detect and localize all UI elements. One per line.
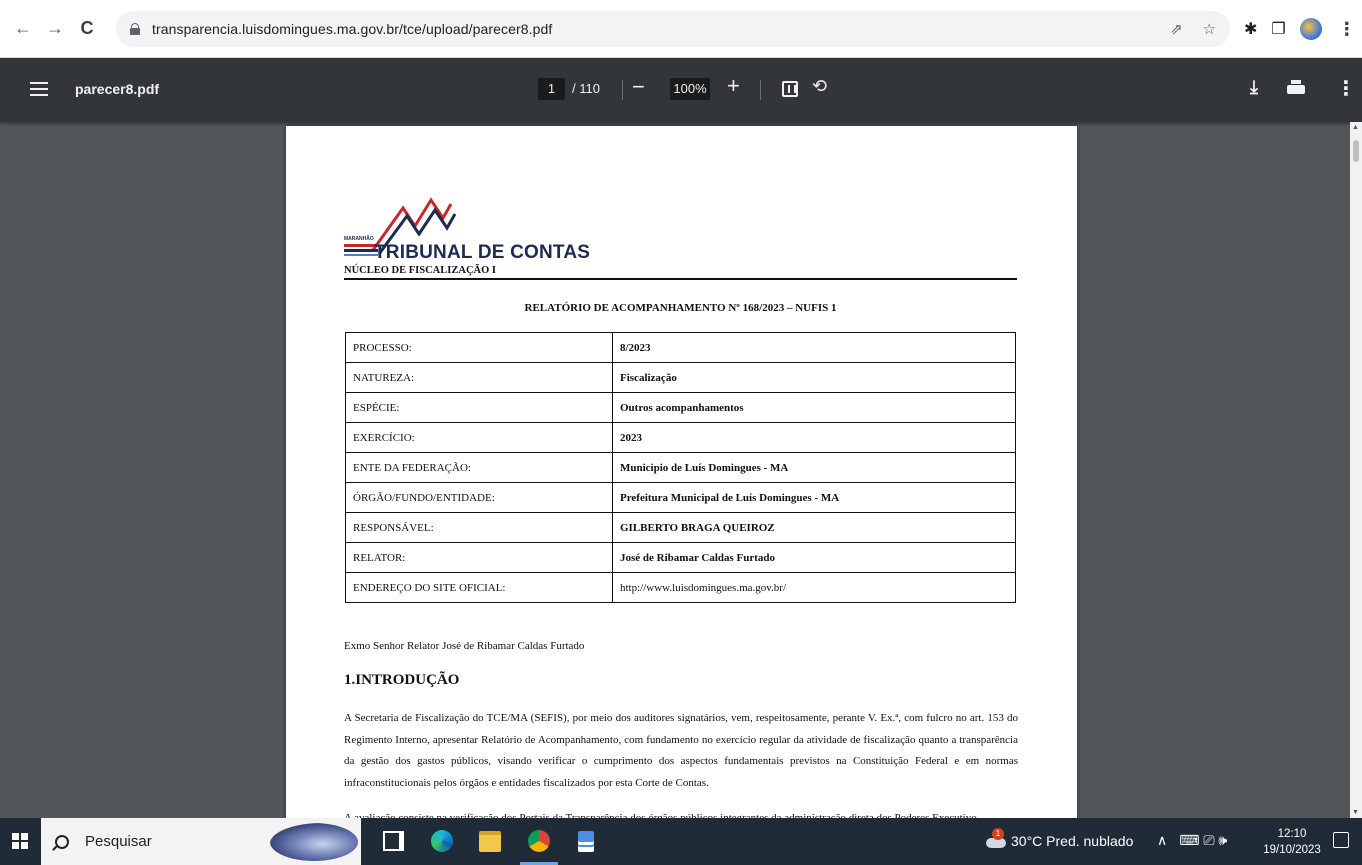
vertical-scrollbar[interactable]: ▲ ▼	[1350, 122, 1362, 818]
back-arrow-icon: ←	[14, 18, 32, 38]
print-icon[interactable]	[1287, 80, 1305, 96]
search-placeholder[interactable]: Pesquisar	[85, 833, 152, 850]
url-text[interactable]: transparencia.luisdomingues.ma.gov.br/tc…	[152, 21, 552, 37]
search-highlight-image	[270, 823, 358, 861]
forward-button[interactable]: →	[42, 16, 68, 42]
zoom-in-button[interactable]: +	[727, 73, 740, 99]
row-key: ENTE DA FEDERAÇÃO:	[345, 452, 613, 483]
chrome-browser-icon[interactable]	[524, 826, 554, 856]
pdf-more-actions-icon[interactable]: ⋮	[1336, 76, 1356, 101]
lock-icon	[130, 23, 140, 35]
clock-time: 12:10	[1277, 828, 1307, 840]
clock-date: 19/10/2023	[1263, 844, 1321, 856]
table-row: NATUREZA: Fiscalização	[345, 362, 1016, 393]
page-total: / 110	[572, 81, 600, 96]
zoom-out-button[interactable]: −	[632, 74, 645, 100]
profile-avatar[interactable]	[1299, 18, 1322, 40]
table-row: ENTE DA FEDERAÇÃO: Municipio de Luís Domi…	[345, 452, 1016, 483]
pdf-page: MARANHÃO TRIBUNAL DE CONTAS NÚCLEO DE FI…	[286, 126, 1077, 826]
row-value[interactable]: http://www.luisdomingues.ma.gov.br/	[612, 572, 1016, 603]
nucleo-heading: NÚCLEO DE FISCALIZAÇÃO I	[344, 265, 496, 276]
row-value: 2023	[612, 422, 1016, 453]
fit-to-page-icon[interactable]	[782, 81, 798, 97]
row-value: GILBERTO BRAGA QUEIROZ	[612, 512, 1016, 543]
row-key: ESPÉCIE:	[345, 392, 613, 423]
sidebar-menu-icon[interactable]	[30, 82, 48, 96]
row-key: RESPONSÁVEL:	[345, 512, 613, 543]
row-key: ÓRGÃO/FUNDO/ENTIDADE:	[345, 482, 613, 513]
row-key: NATUREZA:	[345, 362, 613, 393]
table-row: ESPÉCIE: Outros acompanhamentos	[345, 392, 1016, 423]
report-title: RELATÓRIO DE ACOMPANHAMENTO Nº 168/2023 …	[524, 302, 837, 314]
row-key: PROCESSO:	[345, 332, 613, 363]
pdf-viewer-toolbar: parecer8.pdf 1 / 110 − 100% + ⟲ ⤓ ⋮	[0, 58, 1362, 122]
rotate-icon[interactable]: ⟲	[812, 76, 827, 97]
header-rule	[344, 278, 1017, 280]
table-row: EXERCÍCIO: 2023	[345, 422, 1016, 453]
tray-chevron-icon[interactable]: ∧	[1157, 832, 1167, 849]
bookmark-star-icon[interactable]: ☆	[1203, 20, 1216, 38]
file-explorer-icon[interactable]	[475, 826, 505, 856]
side-panel-icon[interactable]: ❐	[1271, 19, 1285, 39]
browser-toolbar: ← → C transparencia.luisdomingues.ma.gov…	[0, 0, 1362, 58]
row-value: 8/2023	[612, 332, 1016, 363]
forward-arrow-icon: →	[46, 18, 64, 38]
windows-taskbar: Pesquisar 30°C Pred. nublado ∧ ⌨ ⎚ 🕪 12:…	[0, 818, 1362, 865]
row-key: ENDEREÇO DO SITE OFICIAL:	[345, 572, 613, 603]
taskbar-search-box[interactable]: Pesquisar	[41, 818, 361, 865]
process-info-table: PROCESSO: 8/2023 NATUREZA: Fiscalização ES…	[345, 332, 1016, 603]
intro-paragraph: A Secretaria de Fiscalização do TCE/MA (…	[344, 712, 1018, 789]
browser-menu-icon[interactable]: ⋮	[1338, 19, 1356, 40]
weather-cloud-icon[interactable]	[986, 828, 1006, 850]
extensions-puzzle-icon[interactable]: ✱	[1244, 19, 1257, 39]
weather-widget[interactable]: 30°C Pred. nublado	[1011, 833, 1133, 849]
table-row: PROCESSO: 8/2023	[345, 332, 1016, 363]
search-icon	[55, 834, 69, 849]
table-row: RELATOR: José de Ribamar Caldas Furtado	[345, 542, 1016, 573]
table-row: ENDEREÇO DO SITE OFICIAL: http://www.luis…	[345, 572, 1016, 603]
reload-button[interactable]: C	[74, 16, 100, 42]
row-key: EXERCÍCIO:	[345, 422, 613, 453]
document-app-icon[interactable]	[571, 826, 601, 856]
share-icon[interactable]: ⇗	[1170, 20, 1183, 38]
scroll-down-arrow-icon[interactable]: ▼	[1352, 809, 1359, 816]
taskbar-clock[interactable]: 12:10 19/10/2023	[1262, 826, 1322, 858]
system-tray: ∧ ⌨ ⎚ 🕪	[1157, 832, 1227, 849]
scrollbar-thumb[interactable]	[1353, 140, 1359, 162]
row-value: Municipio de Luís Domingues - MA	[612, 452, 1016, 483]
reload-icon: C	[80, 18, 94, 38]
windows-start-icon[interactable]	[12, 833, 28, 849]
notification-center-icon[interactable]	[1333, 832, 1349, 848]
zoom-level-input[interactable]: 100%	[670, 78, 710, 100]
row-value: Outros acompanhamentos	[612, 392, 1016, 423]
download-icon[interactable]: ⤓	[1250, 77, 1258, 98]
row-value: Prefeitura Municipal de Luís Domingues -…	[612, 482, 1016, 513]
tray-status-icons[interactable]: ⌨ ⎚ 🕪	[1179, 832, 1227, 849]
section-title: 1.INTRODUÇÃO	[344, 672, 460, 688]
pdf-filename: parecer8.pdf	[75, 81, 160, 97]
task-view-icon[interactable]	[378, 826, 408, 856]
toolbar-divider	[760, 80, 761, 100]
table-row: RESPONSÁVEL: GILBERTO BRAGA QUEIROZ	[345, 512, 1016, 543]
address-bar[interactable]: transparencia.luisdomingues.ma.gov.br/tc…	[116, 11, 1230, 47]
row-key: RELATOR:	[345, 542, 613, 573]
back-button[interactable]: ←	[10, 16, 36, 42]
row-value: José de Ribamar Caldas Furtado	[612, 542, 1016, 573]
salutation: Exmo Senhor Relator José de Ribamar Cald…	[344, 640, 585, 652]
page-number-input[interactable]: 1	[538, 78, 565, 100]
toolbar-divider	[622, 80, 623, 100]
edge-browser-icon[interactable]	[427, 826, 457, 856]
row-value: Fiscalização	[612, 362, 1016, 393]
logo-state-label: MARANHÃO	[344, 236, 374, 242]
table-row: ÓRGÃO/FUNDO/ENTIDADE: Prefeitura Municipa…	[345, 482, 1016, 513]
logo-title: TRIBUNAL DE CONTAS	[374, 242, 591, 263]
scroll-up-arrow-icon[interactable]: ▲	[1352, 124, 1359, 131]
